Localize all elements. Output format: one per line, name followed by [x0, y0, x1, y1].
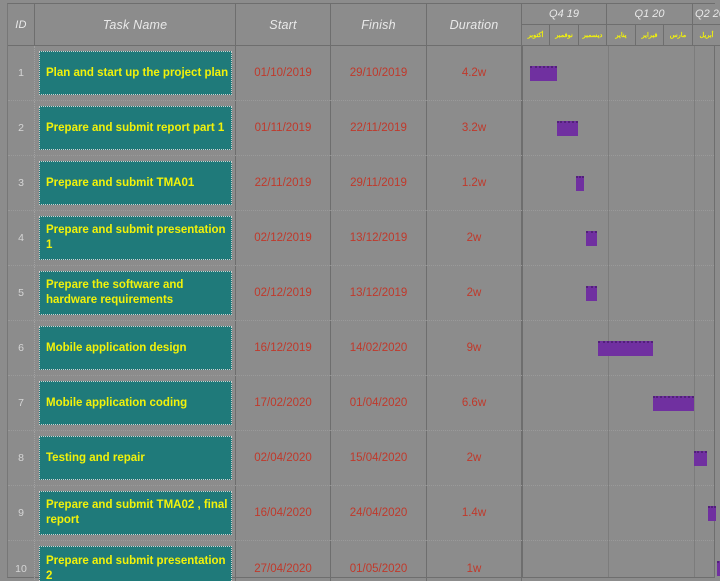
- gantt-bar-task-2[interactable]: [557, 121, 578, 136]
- timeline-quarter-divider-q1: [608, 46, 609, 577]
- table-body: 1 Plan and start up the project plan 01/…: [8, 46, 720, 581]
- row-id: 7: [8, 376, 35, 430]
- row-duration: 2w: [427, 211, 522, 265]
- timeline-quarter-q1-20[interactable]: Q1 20: [607, 4, 693, 25]
- task-name-box: Prepare and submit report part 1: [39, 106, 232, 150]
- task-name-box: Plan and start up the project plan: [39, 51, 232, 95]
- row-duration: 2w: [427, 431, 522, 485]
- row-start: 16/12/2019: [236, 321, 331, 375]
- row-task-cell[interactable]: Prepare the software and hardware requir…: [35, 266, 236, 320]
- row-duration: 1.2w: [427, 156, 522, 210]
- row-finish: 24/04/2020: [331, 486, 427, 540]
- task-name-box: Testing and repair: [39, 436, 232, 480]
- timeline-month-december[interactable]: ديسمبر: [579, 25, 607, 46]
- row-task-cell[interactable]: Prepare and submit TMA02 , final report: [35, 486, 236, 540]
- row-id: 8: [8, 431, 35, 485]
- column-header-id[interactable]: ID: [8, 4, 35, 46]
- row-start: 02/04/2020: [236, 431, 331, 485]
- row-id: 10: [8, 541, 35, 581]
- row-task-cell[interactable]: Mobile application coding: [35, 376, 236, 430]
- row-finish: 01/05/2020: [331, 541, 427, 581]
- row-finish: 29/11/2019: [331, 156, 427, 210]
- row-finish: 13/12/2019: [331, 211, 427, 265]
- row-finish: 22/11/2019: [331, 101, 427, 155]
- row-duration: 4.2w: [427, 46, 522, 100]
- row-finish: 29/10/2019: [331, 46, 427, 100]
- row-start: 02/12/2019: [236, 211, 331, 265]
- table-header: ID Task Name Start Finish Duration Q4 19…: [8, 4, 720, 46]
- column-header-start[interactable]: Start: [236, 4, 331, 46]
- row-duration: 3.2w: [427, 101, 522, 155]
- row-id: 1: [8, 46, 35, 100]
- row-task-cell[interactable]: Prepare and submit presentation 1: [35, 211, 236, 265]
- timeline-quarter-divider-q2: [694, 46, 695, 577]
- gantt-frame: ID Task Name Start Finish Duration Q4 19…: [7, 3, 720, 581]
- row-task-cell[interactable]: Prepare and submit TMA01: [35, 156, 236, 210]
- task-name-box: Prepare and submit presentation 2: [39, 546, 232, 581]
- row-task-cell[interactable]: Prepare and submit presentation 2: [35, 541, 236, 581]
- row-duration: 2w: [427, 266, 522, 320]
- row-duration: 1w: [427, 541, 522, 581]
- timeline-quarter-q2-20[interactable]: Q2 20: [693, 4, 720, 25]
- row-start: 17/02/2020: [236, 376, 331, 430]
- row-finish: 01/04/2020: [331, 376, 427, 430]
- task-name-box: Prepare and submit TMA01: [39, 161, 232, 205]
- row-duration: 6.6w: [427, 376, 522, 430]
- timeline-month-january[interactable]: يناير: [607, 25, 636, 46]
- column-header-task-name[interactable]: Task Name: [35, 4, 236, 46]
- row-id: 6: [8, 321, 35, 375]
- timeline-month-april[interactable]: أبريل: [693, 25, 720, 46]
- row-start: 01/10/2019: [236, 46, 331, 100]
- row-finish: 13/12/2019: [331, 266, 427, 320]
- column-header-duration[interactable]: Duration: [427, 4, 522, 46]
- gantt-bar-task-4[interactable]: [586, 231, 597, 246]
- row-task-cell[interactable]: Plan and start up the project plan: [35, 46, 236, 100]
- task-name-box: Mobile application design: [39, 326, 232, 370]
- row-start: 01/11/2019: [236, 101, 331, 155]
- gantt-bar-task-5[interactable]: [586, 286, 597, 301]
- row-finish: 14/02/2020: [331, 321, 427, 375]
- task-name-box: Mobile application coding: [39, 381, 232, 425]
- row-task-cell[interactable]: Prepare and submit report part 1: [35, 101, 236, 155]
- task-name-box: Prepare the software and hardware requir…: [39, 271, 232, 315]
- timeline-month-october[interactable]: أكتوبر: [522, 25, 550, 46]
- row-finish: 15/04/2020: [331, 431, 427, 485]
- row-id: 4: [8, 211, 35, 265]
- row-start: 27/04/2020: [236, 541, 331, 581]
- gantt-bar-task-8[interactable]: [694, 451, 707, 466]
- task-name-box: Prepare and submit presentation 1: [39, 216, 232, 260]
- gantt-bar-task-9[interactable]: [708, 506, 716, 521]
- row-id: 9: [8, 486, 35, 540]
- row-id: 5: [8, 266, 35, 320]
- row-id: 3: [8, 156, 35, 210]
- row-start: 22/11/2019: [236, 156, 331, 210]
- row-duration: 1.4w: [427, 486, 522, 540]
- row-task-cell[interactable]: Testing and repair: [35, 431, 236, 485]
- gantt-chart: ID Task Name Start Finish Duration Q4 19…: [0, 0, 720, 581]
- timeline-month-february[interactable]: فبراير: [636, 25, 664, 46]
- task-name-box: Prepare and submit TMA02 , final report: [39, 491, 232, 535]
- timeline-month-march[interactable]: مارس: [664, 25, 693, 46]
- gantt-bar-task-6[interactable]: [598, 341, 653, 356]
- gantt-bar-task-3[interactable]: [576, 176, 584, 191]
- gantt-bar-task-7[interactable]: [653, 396, 694, 411]
- gantt-bar-task-1[interactable]: [530, 66, 557, 81]
- timeline-month-november[interactable]: نوفمبر: [550, 25, 579, 46]
- row-duration: 9w: [427, 321, 522, 375]
- timeline-quarter-q4-19[interactable]: Q4 19: [522, 4, 607, 25]
- row-start: 16/04/2020: [236, 486, 331, 540]
- row-id: 2: [8, 101, 35, 155]
- timeline-bars-area: [522, 46, 720, 577]
- timeline-header: Q4 19 Q1 20 Q2 20 أكتوبر نوفمبر ديسمبر ي…: [522, 4, 720, 46]
- row-start: 02/12/2019: [236, 266, 331, 320]
- column-header-finish[interactable]: Finish: [331, 4, 427, 46]
- row-task-cell[interactable]: Mobile application design: [35, 321, 236, 375]
